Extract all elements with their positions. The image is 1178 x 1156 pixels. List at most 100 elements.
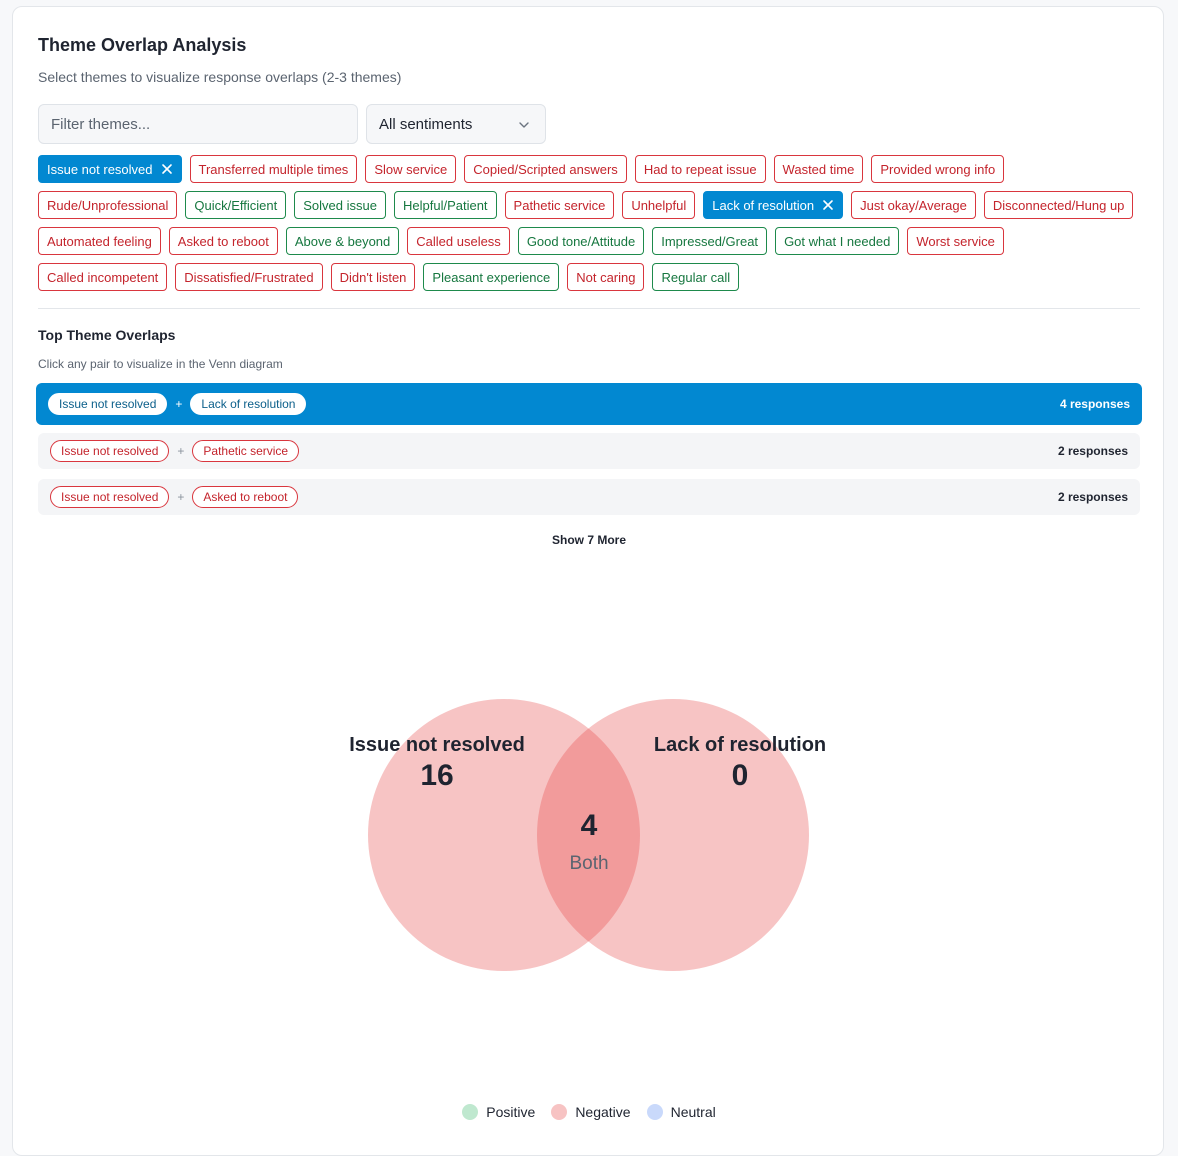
pair-theme-a: Issue not resolved [50,440,170,462]
theme-chip[interactable]: Above & beyond [285,227,400,255]
theme-chip[interactable]: Disconnected/Hung up [983,191,1134,219]
venn-left-label: Issue not resolved [349,734,525,756]
theme-chip-label: Provided wrong info [880,161,996,177]
theme-chip[interactable]: Had to repeat issue [634,155,766,183]
sentiment-select-value: All sentiments [379,115,473,133]
theme-chip-label: Dissatisfied/Frustrated [184,269,314,285]
theme-chip[interactable]: Rude/Unprofessional [38,191,178,219]
theme-chip[interactable]: Impressed/Great [652,227,768,255]
pair-plus: + [175,397,183,411]
section-divider [38,308,1140,309]
venn-diagram: Issue not resolved 16 Lack of resolution… [349,699,826,971]
pair-theme-b: Pathetic service [192,440,300,462]
pair-theme-b: Asked to reboot [192,486,299,508]
theme-chip[interactable]: Called incompetent [38,263,168,291]
legend-label: Positive [486,1104,536,1120]
theme-overlap-card: Theme Overlap Analysis Select themes to … [12,6,1164,1156]
theme-chip-label: Solved issue [303,197,377,213]
theme-chip-label: Disconnected/Hung up [992,197,1125,213]
theme-chip[interactable]: Unhelpful [622,191,696,219]
venn-both-count: 4 [581,809,598,842]
legend-item: Positive [462,1104,535,1120]
theme-chip[interactable]: Wasted time [773,155,864,183]
pair-theme-a: Issue not resolved [50,486,170,508]
overlap-pair[interactable]: Issue not resolved + Lack of resolution 4 r… [36,383,1142,425]
theme-chip[interactable]: Not caring [567,263,645,291]
theme-chip-label: Quick/Efficient [194,197,278,213]
theme-chip[interactable]: Lack of resolution [703,191,844,219]
theme-chip[interactable]: Pathetic service [504,191,615,219]
show-more-button[interactable]: Show 7 More [13,533,1165,547]
theme-chip[interactable]: Just okay/Average [851,191,976,219]
theme-chip[interactable]: Slow service [365,155,457,183]
theme-chip-label: Pathetic service [513,197,606,213]
theme-chip[interactable]: Dissatisfied/Frustrated [175,263,323,291]
pair-theme-b: Lack of resolution [190,393,307,415]
theme-chip-label: Helpful/Patient [402,197,488,213]
theme-chip[interactable]: Issue not resolved [38,155,182,183]
venn-left-count: 16 [420,759,453,792]
legend-dot [646,1104,663,1120]
theme-chip[interactable]: Automated feeling [38,227,161,255]
theme-chip[interactable]: Asked to reboot [168,227,278,255]
theme-chip-label: Good tone/Attitude [526,233,636,249]
theme-chip[interactable]: Helpful/Patient [393,191,497,219]
page-title: Theme Overlap Analysis [38,35,247,55]
sentiment-select[interactable]: All sentiments [366,104,546,144]
pair-plus: + [177,444,185,458]
venn-right-count: 0 [732,759,749,792]
pair-plus: + [177,490,185,504]
close-icon[interactable] [822,199,834,211]
close-icon[interactable] [161,163,173,175]
theme-chip[interactable]: Quick/Efficient [185,191,287,219]
theme-chip-label: Had to repeat issue [643,161,757,177]
theme-chip[interactable]: Worst service [907,227,1004,255]
legend-label: Negative [575,1104,631,1120]
theme-chip-label: Wasted time [782,161,855,177]
theme-chip-label: Just okay/Average [860,197,967,213]
theme-chip-label: Slow service [374,161,448,177]
page-subtitle: Select themes to visualize response over… [38,69,402,85]
overlap-pair[interactable]: Issue not resolved + Asked to reboot 2 resp… [38,479,1140,515]
theme-chip[interactable]: Called useless [407,227,510,255]
legend-dot [551,1104,568,1120]
theme-chip-label: Rude/Unprofessional [47,197,169,213]
legend-dot [462,1104,479,1120]
theme-chip-label: Above & beyond [294,233,391,249]
theme-chip-label: Pleasant experience [432,269,551,285]
theme-chip-list: Issue not resolved Transferred multiple t… [38,155,1148,299]
theme-chip-row: Called incompetent Dissatisfied/Frustrate… [38,263,1148,291]
venn-right-label: Lack of resolution [654,734,826,756]
theme-filter-input[interactable] [38,104,358,144]
theme-chip-label: Called useless [416,233,501,249]
theme-chip-label: Transferred multiple times [198,161,349,177]
theme-chip-label: Worst service [916,233,995,249]
theme-chip-row: Rude/Unprofessional Quick/Efficient Solved… [38,191,1148,219]
theme-chip[interactable]: Transferred multiple times [189,155,358,183]
theme-chip[interactable]: Pleasant experience [423,263,560,291]
theme-chip-label: Got what I needed [784,233,891,249]
theme-chip-label: Impressed/Great [661,233,759,249]
theme-chip-label: Didn't listen [339,269,407,285]
theme-chip-label: Regular call [661,269,731,285]
pair-count: 4 responses [1059,397,1130,411]
theme-chip-row: Automated feeling Asked to reboot Above & … [38,227,1148,255]
pair-theme-a: Issue not resolved [48,393,168,415]
theme-chip[interactable]: Didn't listen [330,263,416,291]
legend-item: Neutral [646,1104,716,1120]
theme-chip-label: Lack of resolution [712,197,815,213]
theme-chip[interactable]: Copied/Scripted answers [464,155,627,183]
theme-chip-label: Copied/Scripted answers [473,161,618,177]
theme-chip[interactable]: Regular call [652,263,740,291]
theme-chip-label: Unhelpful [631,197,687,213]
chevron-down-icon [519,122,529,128]
theme-chip[interactable]: Good tone/Attitude [517,227,645,255]
overlap-pair[interactable]: Issue not resolved + Pathetic service 2 res… [38,433,1140,469]
legend-label: Neutral [670,1104,716,1120]
legend-item: Negative [551,1104,631,1120]
theme-chip[interactable]: Got what I needed [775,227,900,255]
theme-chip-label: Automated feeling [47,233,152,249]
theme-chip[interactable]: Provided wrong info [871,155,1005,183]
theme-chip-label: Asked to reboot [177,233,269,249]
theme-chip[interactable]: Solved issue [294,191,386,219]
